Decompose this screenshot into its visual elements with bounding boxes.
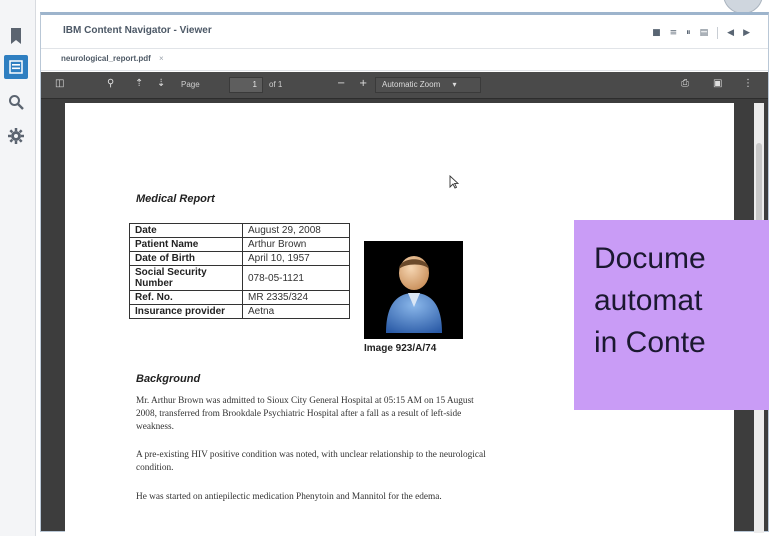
table-key-cell: Social Security Number [129, 265, 243, 291]
page-label: Page [181, 80, 200, 89]
promo-line-2: automat [594, 284, 703, 317]
zoom-value: Automatic Zoom [382, 80, 441, 89]
layout-divider [717, 27, 719, 39]
search-icon [9, 95, 24, 110]
table-key-cell: Ref. No. [129, 290, 243, 305]
paragraph-2: A pre-existing HIV positive condition wa… [136, 450, 486, 473]
page-number-input[interactable]: 1 [229, 77, 263, 93]
search-button[interactable] [4, 90, 28, 114]
table-value-cell: August 29, 2008 [242, 223, 350, 238]
table-row: Social Security Number 078-05-1121 [129, 265, 350, 291]
zoom-select[interactable]: Automatic Zoom ▾ [375, 77, 481, 93]
page-count: of 1 [269, 80, 283, 89]
bookmark-button[interactable] [4, 24, 28, 48]
promo-overlay: Docume automat in Conte [574, 220, 769, 410]
mouse-pointer-icon [449, 175, 459, 189]
promo-line-1: Docume [594, 242, 706, 275]
prev-doc-button[interactable]: ◀ [727, 28, 734, 38]
browse-button[interactable] [4, 55, 28, 79]
table-value-cell: Aetna [242, 304, 350, 319]
layout-single-icon[interactable]: ■ [652, 28, 661, 38]
viewer-title-bar: IBM Content Navigator - Viewer ■ ≡ ⏸ ▤ ◀… [41, 15, 768, 49]
settings-button[interactable] [4, 124, 28, 148]
table-key-cell: Date [129, 223, 243, 238]
bookmark-icon [11, 28, 21, 44]
table-value-cell: April 10, 1957 [242, 251, 350, 266]
paragraph-1: Mr. Arthur Brown was admitted to Sioux C… [136, 396, 474, 432]
table-value-cell: Arthur Brown [242, 237, 350, 252]
layout-controls: ■ ≡ ⏸ ▤ ◀ ▶ [652, 27, 750, 39]
zoom-in-button[interactable]: + [359, 78, 367, 89]
pdf-toolbar: ◫ ⚲ ⇡ ⇣ Page 1 of 1 − + Automatic Zoom ▾… [41, 72, 768, 99]
person-avatar-icon [386, 256, 442, 333]
document-title: Medical Report [136, 193, 215, 205]
table-row: Ref. No. MR 2335/324 [129, 290, 350, 305]
close-tab-button[interactable]: × [159, 54, 164, 63]
next-page-icon[interactable]: ⇣ [157, 78, 165, 89]
table-value-cell: MR 2335/324 [242, 290, 350, 305]
next-doc-button[interactable]: ▶ [743, 28, 750, 38]
patient-photo [364, 241, 463, 339]
layout-side-icon[interactable]: ▤ [700, 28, 709, 38]
left-nav-rail [0, 0, 36, 536]
document-tab-bar: neurological_report.pdf × [41, 49, 768, 71]
patient-info-table: Date August 29, 2008 Patient Name Arthur Br… [129, 223, 350, 319]
layout-list-icon[interactable]: ≡ [670, 28, 678, 38]
image-caption: Image 923/A/74 [364, 343, 437, 354]
table-row: Patient Name Arthur Brown [129, 237, 350, 252]
table-key-cell: Date of Birth [129, 251, 243, 266]
promo-text: Docume automat in Conte [594, 238, 706, 364]
more-tools-icon[interactable]: ⋮ [743, 78, 753, 89]
table-key-cell: Insurance provider [129, 304, 243, 319]
table-row: Date of Birth April 10, 1957 [129, 251, 350, 266]
viewer-title: IBM Content Navigator - Viewer [63, 25, 212, 36]
background-heading: Background [136, 373, 201, 385]
zoom-out-button[interactable]: − [337, 78, 345, 89]
gear-icon [8, 128, 24, 144]
paragraph-3: He was started on antiepilectic medicati… [136, 492, 442, 502]
browse-icon [9, 60, 23, 74]
chevron-down-icon: ▾ [452, 80, 457, 89]
table-row: Date August 29, 2008 [129, 223, 350, 238]
previous-page-icon[interactable]: ⇡ [135, 78, 143, 89]
layout-split-icon[interactable]: ⏸ [686, 28, 691, 38]
sidebar-toggle-icon[interactable]: ◫ [55, 78, 64, 89]
find-icon[interactable]: ⚲ [107, 78, 114, 89]
document-tab[interactable]: neurological_report.pdf × [61, 54, 164, 63]
print-icon[interactable]: ⎙ [681, 78, 689, 89]
table-value-cell: 078-05-1121 [242, 265, 350, 291]
table-key-cell: Patient Name [129, 237, 243, 252]
document-tab-label: neurological_report.pdf [61, 54, 151, 63]
promo-line-3: in Conte [594, 326, 706, 359]
download-icon[interactable]: ▣ [713, 78, 722, 89]
table-row: Insurance provider Aetna [129, 304, 350, 319]
